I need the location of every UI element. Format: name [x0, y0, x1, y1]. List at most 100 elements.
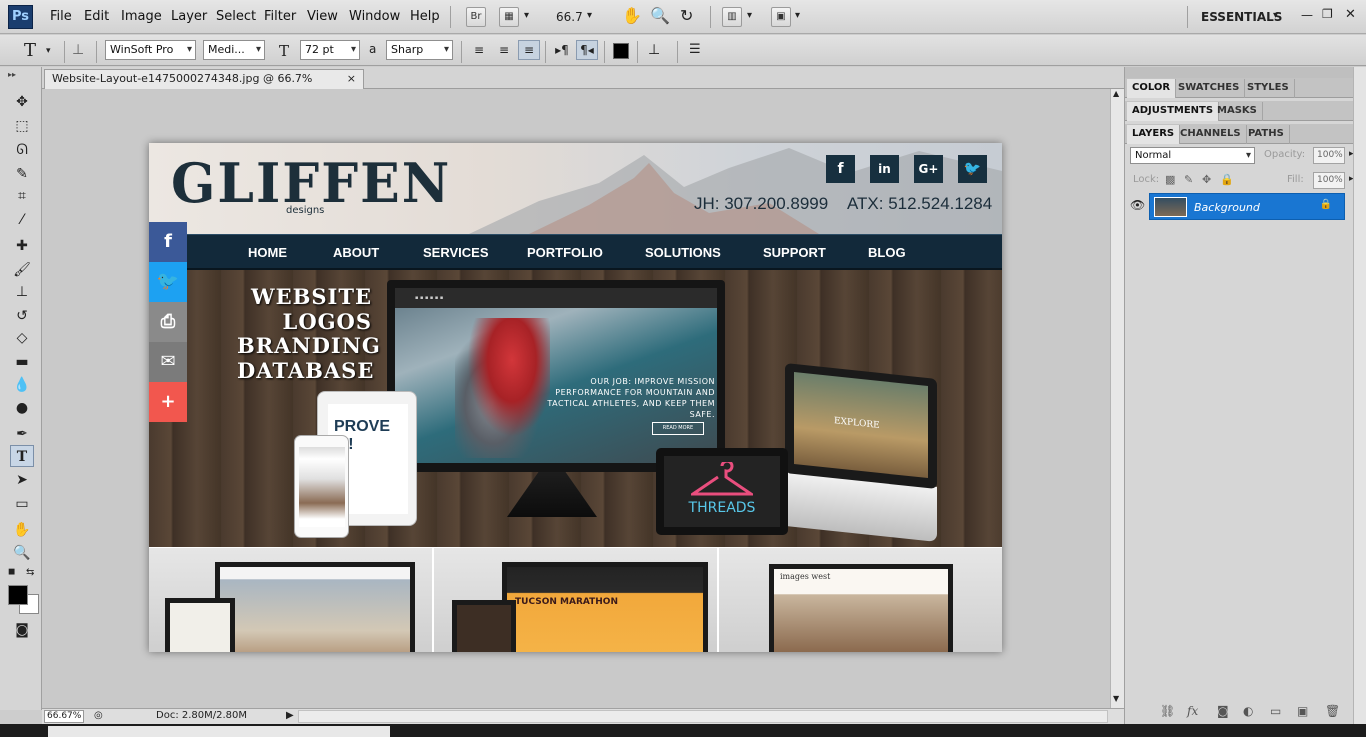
chevron-down-icon[interactable]: ▾ — [747, 10, 752, 21]
path-selection-tool-icon[interactable]: ➤ — [10, 469, 34, 491]
text-color-swatch[interactable] — [613, 43, 629, 59]
tab-adjustments[interactable]: ADJUSTMENTS — [1127, 102, 1220, 121]
marquee-tool-icon[interactable]: ⬚ — [10, 115, 34, 137]
align-left-icon[interactable]: ≡ — [468, 40, 490, 60]
collapse-toolbox-icon[interactable]: ▸▸ — [8, 70, 16, 79]
menu-window[interactable]: Window — [349, 9, 400, 24]
blur-tool-icon[interactable]: 💧 — [10, 374, 34, 396]
pen-tool-icon[interactable]: ✒ — [10, 423, 34, 445]
layer-row-background[interactable]: Background 🔒 — [1149, 193, 1345, 220]
layer-style-icon[interactable]: fx — [1187, 704, 1198, 718]
foreground-color-swatch[interactable] — [8, 585, 28, 605]
restore-icon[interactable]: ❐ — [1322, 7, 1333, 21]
history-brush-tool-icon[interactable]: ↺ — [10, 305, 34, 327]
rtl-paragraph-icon[interactable]: ¶◂ — [576, 40, 598, 60]
close-tab-icon[interactable]: × — [347, 70, 356, 88]
dodge-tool-icon[interactable]: ● — [10, 397, 34, 419]
chevron-down-icon[interactable]: ▾ — [46, 46, 51, 56]
zoom-tool-icon[interactable]: 🔍 — [650, 6, 670, 25]
hand-tool-icon[interactable]: ✋ — [10, 519, 34, 541]
eraser-tool-icon[interactable]: ◇ — [10, 327, 34, 349]
taskbar-search[interactable] — [48, 726, 390, 737]
tab-channels[interactable]: CHANNELS — [1175, 125, 1247, 144]
workspace-switcher[interactable]: ESSENTIALS — [1201, 10, 1282, 24]
zoom-tool-icon[interactable]: 🔍 — [10, 542, 34, 564]
shape-tool-icon[interactable]: ▭ — [10, 493, 34, 515]
lock-position-icon[interactable]: ✥ — [1202, 173, 1211, 186]
mini-bridge-icon[interactable]: ▦ — [499, 7, 519, 27]
align-right-icon[interactable]: ≡ — [518, 40, 540, 60]
default-colors-icon[interactable]: ◼ — [8, 567, 15, 577]
share-document-icon[interactable]: ◎ — [94, 710, 103, 721]
tab-paths[interactable]: PATHS — [1243, 125, 1290, 144]
arrange-documents-icon[interactable]: ▥ — [722, 7, 742, 27]
horizontal-scrollbar[interactable] — [298, 710, 1108, 723]
menu-file[interactable]: File — [50, 9, 72, 24]
character-panel-icon[interactable]: ☰ — [689, 42, 701, 57]
vertical-scrollbar[interactable]: ▲ ▼ — [1110, 89, 1124, 708]
type-tool-icon[interactable]: T — [10, 445, 34, 467]
fill-field[interactable]: 100% — [1313, 172, 1345, 189]
blend-mode-select[interactable]: Normal — [1130, 147, 1255, 164]
lock-all-icon[interactable]: 🔒 — [1220, 173, 1234, 186]
chevron-down-icon[interactable]: ▾ — [524, 10, 529, 21]
tab-layers[interactable]: LAYERS — [1127, 125, 1181, 144]
status-menu-arrow-icon[interactable]: ▶ — [286, 710, 294, 721]
menu-edit[interactable]: Edit — [84, 9, 109, 24]
crop-tool-icon[interactable]: ⌗ — [10, 185, 34, 207]
healing-brush-tool-icon[interactable]: ✚ — [10, 235, 34, 257]
panel-scrollbar[interactable] — [1353, 67, 1366, 724]
gradient-tool-icon[interactable]: ▬ — [10, 351, 34, 373]
move-tool-icon[interactable]: ✥ — [10, 91, 34, 113]
rotate-view-icon[interactable]: ↻ — [680, 6, 693, 25]
warp-text-icon[interactable]: ⊥ — [648, 42, 660, 58]
chevron-down-icon[interactable]: ▾ — [795, 10, 800, 21]
brush-tool-icon[interactable]: 🖌 — [10, 259, 34, 281]
hand-tool-icon[interactable]: ✋ — [622, 6, 642, 25]
layer-visibility-eye-icon[interactable]: 👁 — [1130, 198, 1145, 212]
zoom-level-field[interactable]: 66.7 — [556, 10, 583, 24]
adjustment-layer-icon[interactable]: ◐ — [1243, 704, 1253, 718]
new-layer-icon[interactable]: ▣ — [1297, 704, 1308, 718]
tab-swatches[interactable]: SWATCHES — [1173, 79, 1246, 98]
opacity-field[interactable]: 100% — [1313, 147, 1345, 164]
antialias-select[interactable]: Sharp — [386, 40, 453, 60]
quick-mask-icon[interactable]: ◙ — [10, 619, 34, 641]
delete-layer-icon[interactable]: 🗑 — [1325, 704, 1340, 718]
tab-color[interactable]: COLOR — [1127, 79, 1177, 98]
document-canvas[interactable]: GLIFFEN designs f in G+ 🐦 JH: 307.200.89… — [149, 143, 1002, 652]
menu-layer[interactable]: Layer — [171, 9, 207, 24]
menu-view[interactable]: View — [307, 9, 338, 24]
lock-transparent-icon[interactable]: ▩ — [1165, 173, 1175, 186]
menu-image[interactable]: Image — [121, 9, 162, 24]
toggle-orientation-icon[interactable]: ⊥ — [72, 42, 84, 58]
font-size-select[interactable]: 72 pt — [300, 40, 360, 60]
chevron-down-icon[interactable]: ▾ — [1273, 10, 1278, 21]
lasso-tool-icon[interactable]: ᘏ — [10, 139, 34, 161]
clone-stamp-tool-icon[interactable]: ⊥ — [10, 281, 34, 303]
font-family-select[interactable]: WinSoft Pro — [105, 40, 196, 60]
minimize-icon[interactable]: — — [1301, 8, 1313, 22]
tab-masks[interactable]: MASKS — [1212, 102, 1263, 121]
chevron-down-icon[interactable]: ▾ — [587, 10, 592, 21]
lock-pixels-icon[interactable]: ✎ — [1184, 173, 1193, 186]
zoom-field[interactable]: 66.67% — [44, 710, 84, 723]
menu-filter[interactable]: Filter — [264, 9, 296, 24]
add-mask-icon[interactable]: ◙ — [1217, 704, 1229, 718]
eyedropper-tool-icon[interactable]: ⁄ — [10, 209, 34, 231]
scroll-up-icon[interactable]: ▲ — [1113, 89, 1119, 98]
font-style-select[interactable]: Medi... — [203, 40, 265, 60]
scroll-down-icon[interactable]: ▼ — [1113, 694, 1119, 703]
quick-selection-tool-icon[interactable]: ✎ — [10, 163, 34, 185]
document-tab[interactable]: Website-Layout-e1475000274348.jpg @ 66.7… — [44, 69, 364, 103]
screen-mode-icon[interactable]: ▣ — [771, 7, 791, 27]
new-group-icon[interactable]: ▭ — [1270, 704, 1281, 718]
swap-colors-icon[interactable]: ⇆ — [26, 567, 34, 578]
close-icon[interactable]: ✕ — [1345, 7, 1356, 22]
tab-styles[interactable]: STYLES — [1242, 79, 1295, 98]
menu-help[interactable]: Help — [410, 9, 440, 24]
menu-select[interactable]: Select — [216, 9, 256, 24]
ltr-paragraph-icon[interactable]: ▸¶ — [551, 40, 573, 60]
bridge-button[interactable]: Br — [466, 7, 486, 27]
type-tool-preset-icon[interactable]: T — [24, 40, 36, 61]
